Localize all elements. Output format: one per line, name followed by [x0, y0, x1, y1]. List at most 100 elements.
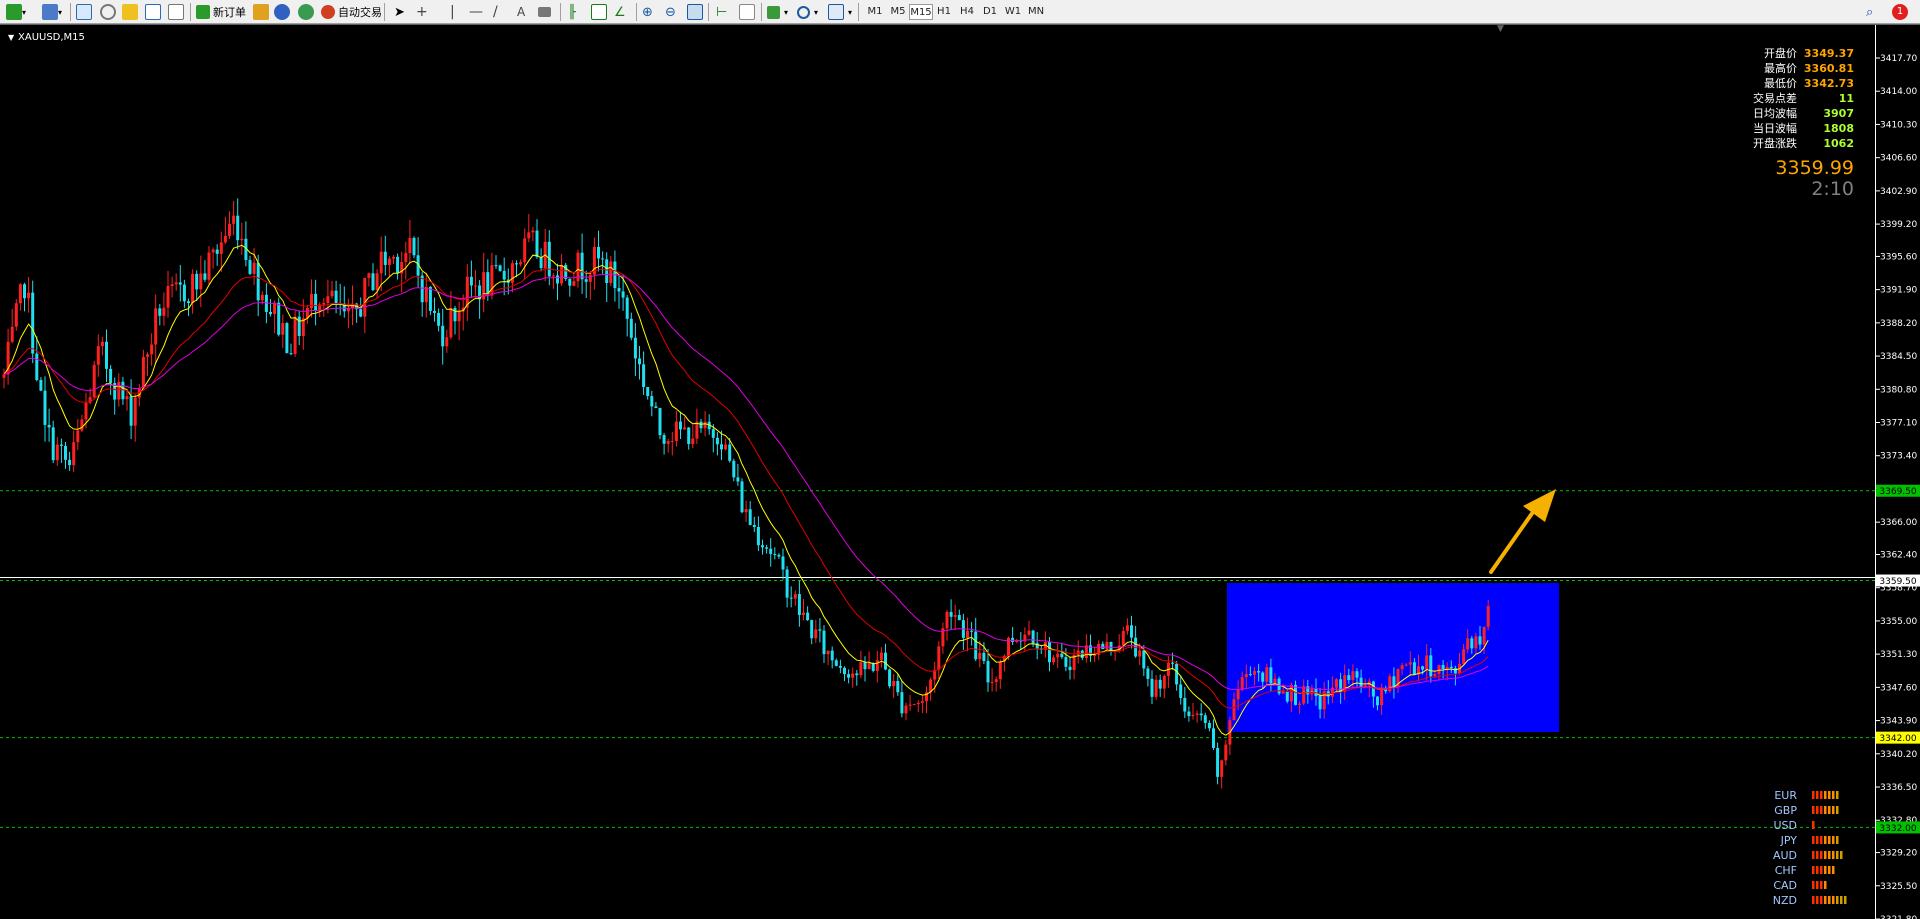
timeframe-mn[interactable]: MN — [1024, 4, 1048, 20]
candle-body — [326, 296, 330, 303]
candle-body — [387, 258, 391, 265]
candle-body — [150, 344, 154, 355]
candle-body — [502, 270, 506, 280]
zoom-in-button[interactable]: ⊕ — [642, 2, 653, 22]
market-watch-button[interactable] — [76, 2, 92, 22]
chart-shift-button[interactable]: ⊢ — [716, 2, 727, 22]
candle-body — [1408, 662, 1412, 665]
timeframe-h4[interactable]: H4 — [955, 4, 979, 20]
strength-bar — [1820, 851, 1823, 859]
text-tool-button[interactable]: A — [517, 2, 525, 22]
price-tick-label: 3325.50 — [1880, 882, 1917, 892]
timeframe-w1[interactable]: W1 — [1001, 4, 1025, 20]
timeframe-d1[interactable]: D1 — [978, 4, 1002, 20]
strength-bar — [1824, 851, 1827, 859]
signals-button[interactable] — [274, 2, 290, 22]
community-button[interactable] — [298, 2, 314, 22]
new-chart-button[interactable]: ▾ — [6, 2, 26, 22]
timeframe-m15[interactable]: M15 — [909, 4, 933, 20]
price-tick-label: 3373.40 — [1880, 452, 1917, 462]
metaeditor-button[interactable] — [253, 2, 269, 22]
notifications-button[interactable]: 1 — [1892, 2, 1908, 22]
navigator-button[interactable] — [122, 2, 138, 22]
price-tick-label: 3340.20 — [1880, 750, 1917, 760]
price-tick-label: 3336.50 — [1880, 783, 1917, 793]
candle-body — [1355, 671, 1359, 678]
candle-body — [1052, 657, 1056, 663]
candle-body — [174, 282, 178, 285]
data-window-button[interactable] — [100, 2, 116, 22]
strategy-tester-button[interactable] — [168, 2, 184, 22]
candle-body — [736, 477, 740, 482]
timeframe-h1[interactable]: H1 — [932, 4, 956, 20]
line-chart-icon: ∠ — [614, 4, 626, 20]
candle-body — [1433, 674, 1437, 677]
candle-body — [457, 311, 461, 322]
candle-body — [621, 291, 625, 298]
consolidation-box[interactable] — [1227, 583, 1559, 732]
candle-body — [617, 288, 621, 292]
candle-body — [777, 554, 781, 557]
candle-body — [1125, 625, 1129, 632]
candle-body — [1146, 668, 1150, 679]
candle-body — [39, 380, 43, 391]
candle-body — [908, 704, 912, 706]
candle-body — [728, 444, 732, 461]
label-tool-button[interactable] — [538, 2, 551, 22]
horizontal-line-tool-button[interactable]: — — [469, 2, 483, 22]
zoom-out-button[interactable]: ⊖ — [665, 2, 676, 22]
indicators-button[interactable]: ▾ — [767, 2, 788, 22]
profiles-button[interactable]: ▾ — [42, 2, 62, 22]
price-chart[interactable]: ▼ 3417.70 3414.00 3410.30 3406.60 3402.90 339… — [0, 24, 1920, 919]
candle-body — [990, 681, 994, 683]
crosshair-tool-button[interactable]: + — [416, 2, 428, 22]
timeframe-m5[interactable]: M5 — [886, 4, 910, 20]
strength-bar — [1836, 836, 1839, 844]
bar-chart-button[interactable]: ╟ — [568, 2, 576, 22]
candle-body — [994, 679, 998, 682]
candle-body — [1101, 643, 1105, 650]
candle-body — [867, 663, 871, 670]
terminal-button[interactable] — [145, 2, 161, 22]
currency-name: AUD — [1773, 849, 1797, 862]
trend-line-tool-button[interactable]: / — [493, 2, 498, 22]
info-value: 3360.81 — [1804, 62, 1854, 75]
candle-body — [1158, 679, 1162, 689]
candle-body — [1187, 711, 1191, 717]
timeframe-m1[interactable]: M1 — [863, 4, 887, 20]
candle-body — [597, 246, 600, 259]
candle-body — [1191, 714, 1195, 717]
price-tick-label: 3377.10 — [1880, 419, 1917, 429]
cursor-tool-button[interactable]: ➤ — [394, 2, 405, 22]
candle-chart-button[interactable] — [591, 2, 607, 22]
magnifier-icon — [168, 4, 184, 20]
candle-body — [1449, 666, 1453, 669]
globe-icon — [298, 4, 314, 20]
candle-body — [1121, 631, 1125, 646]
templates-button[interactable]: ▾ — [828, 2, 852, 22]
candle-body — [437, 312, 441, 326]
candle-body — [322, 302, 326, 305]
auto-trading-label: 自动交易 — [338, 6, 382, 19]
auto-scroll-button[interactable] — [739, 2, 755, 22]
candle-body — [154, 308, 158, 345]
candle-body — [818, 629, 822, 631]
currency-name: CHF — [1775, 864, 1797, 877]
periods-button[interactable]: ▾ — [797, 2, 818, 22]
candle-body — [14, 303, 18, 327]
candle-body — [986, 660, 990, 683]
text-tool-icon: A — [517, 5, 526, 19]
candle-body — [695, 421, 699, 439]
candle-body — [1236, 689, 1240, 700]
new-order-button[interactable]: 新订单 — [196, 2, 246, 22]
tile-windows-button[interactable] — [687, 2, 703, 22]
strength-bar — [1824, 881, 1827, 889]
search-button[interactable]: ⌕ — [1866, 2, 1873, 22]
line-chart-button[interactable]: ∠ — [614, 2, 626, 22]
auto-trading-button[interactable]: 自动交易 — [321, 2, 382, 22]
strength-bar — [1820, 866, 1823, 874]
strength-bar — [1812, 866, 1815, 874]
vertical-line-tool-button[interactable]: | — [450, 2, 455, 22]
strength-bar — [1840, 896, 1843, 904]
candle-body — [1429, 655, 1433, 677]
